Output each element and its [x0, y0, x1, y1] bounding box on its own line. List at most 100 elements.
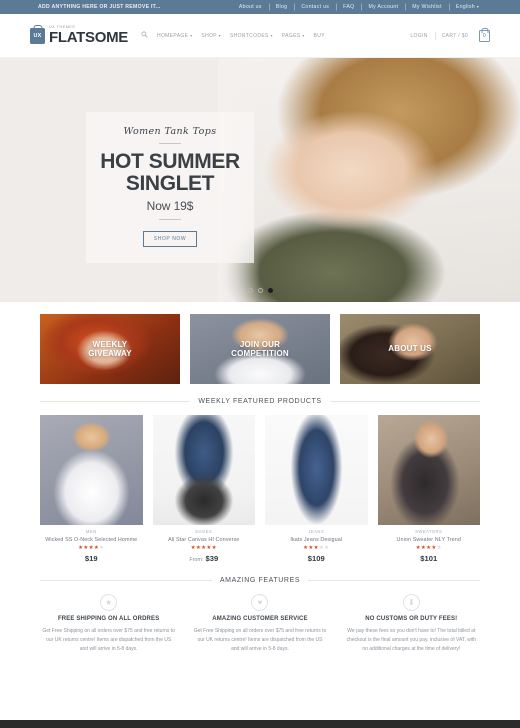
hero-background-image	[218, 58, 520, 302]
cart-total-label[interactable]: CART / $0	[435, 33, 475, 39]
feature-no-customs: ⬇ NO CUSTOMS OR DUTY FEES! We pay these …	[343, 594, 480, 653]
slider-dot-2[interactable]	[257, 288, 263, 293]
topbar-link-my-account[interactable]: My Account	[361, 4, 405, 10]
chevron-down-icon: ▾	[270, 32, 273, 38]
divider-left	[40, 401, 191, 402]
product-rating-stars: ★★★★★	[415, 545, 442, 551]
banner-line-2: GIVEAWAY	[88, 349, 132, 358]
product-name[interactable]: Ikats Jeans Desigual	[265, 537, 368, 543]
product-image[interactable]	[40, 415, 143, 525]
cart-icon[interactable]: 0	[479, 29, 490, 42]
slider-dot-1[interactable]	[247, 288, 253, 293]
footer-strip	[0, 720, 520, 728]
nav-item-homepage[interactable]: HOMEPAGE ▾	[157, 33, 192, 39]
topbar-link-my-wishlist[interactable]: My Wishlist	[405, 4, 449, 10]
product-category: JEANS	[308, 529, 325, 534]
feature-body: Get Free Shipping on all orders over $75…	[193, 628, 327, 652]
product-name[interactable]: Wicked SS O-Neck Selected Homme	[40, 537, 143, 543]
topbar-promo-text: ADD ANYTHING HERE OR JUST REMOVE IT...	[38, 4, 161, 10]
price-value: $19	[84, 554, 98, 563]
logo-mark-text: UX	[33, 33, 42, 39]
product-rating-stars: ★★★★★	[78, 545, 105, 551]
hero-eyebrow: Women Tank Tops	[123, 126, 217, 137]
banner-label: WEEKLY GIVEAWAY	[88, 340, 132, 358]
nav-item-pages[interactable]: PAGES ▾	[282, 33, 305, 39]
topbar-link-blog[interactable]: Blog	[269, 4, 295, 10]
product-card[interactable]: SWEATERS Union Sweater NLY Trend ★★★★★ $…	[377, 415, 481, 563]
logo-wordmark: UX THEMES FLATSOME	[49, 25, 128, 47]
product-image[interactable]	[377, 415, 480, 525]
hero-slider[interactable]: Women Tank Tops HOT SUMMER SINGLET Now 1…	[0, 58, 520, 302]
star-glyph: ★	[105, 597, 113, 607]
header-account-area: LOGIN CART / $0 0	[403, 29, 490, 42]
product-price: $101	[378, 554, 481, 563]
bag-logo-icon: UX	[30, 27, 45, 44]
banner-line-1: JOIN OUR	[239, 339, 281, 349]
product-card[interactable]: MEN Wicked SS O-Neck Selected Homme ★★★★…	[40, 415, 143, 563]
shop-now-button[interactable]: SHOP NOW	[142, 231, 198, 248]
product-category: SWEATERS	[415, 529, 443, 534]
product-rating-stars: ★★★★★	[190, 545, 217, 551]
nav-item-shop[interactable]: SHOP ▾	[201, 33, 221, 39]
download-glyph: ⬇	[407, 597, 415, 607]
nav-item-shortcodes[interactable]: SHORTCODES ▾	[230, 33, 273, 39]
feature-customer-service: ♥ AMAZING CUSTOMER SERVICE Get Free Ship…	[191, 594, 328, 653]
topbar-link-contact-us[interactable]: Contact us	[294, 4, 336, 10]
nav-label: SHORTCODES	[230, 32, 269, 39]
product-image[interactable]	[265, 415, 368, 525]
star-icon: ★	[100, 594, 118, 611]
heart-glyph: ♥	[257, 597, 263, 607]
section-title-text: WEEKLY FEATURED PRODUCTS	[198, 398, 322, 405]
product-name[interactable]: All Star Canvas HI Converse	[153, 537, 256, 543]
login-link[interactable]: LOGIN	[403, 33, 434, 39]
hero-text-panel: Women Tank Tops HOT SUMMER SINGLET Now 1…	[86, 112, 254, 264]
feature-title: AMAZING CUSTOMER SERVICE	[212, 616, 308, 622]
product-price: $109	[265, 554, 368, 563]
product-name[interactable]: Union Sweater NLY Trend	[378, 537, 481, 543]
main-navigation: HOMEPAGE ▾ SHOP ▾ SHORTCODES ▾ PAGES ▾ B…	[141, 31, 325, 40]
price-value: $101	[420, 554, 438, 563]
hero-divider-top	[159, 143, 181, 144]
hero-subheadline: Now 19$	[146, 199, 194, 214]
product-image[interactable]	[152, 415, 255, 525]
feature-title: NO CUSTOMS OR DUTY FEES!	[365, 616, 458, 622]
topbar-language-selector[interactable]: English ▾	[449, 4, 486, 10]
search-icon[interactable]	[141, 31, 148, 40]
site-header: UX UX THEMES FLATSOME HOMEPAGE ▾ SHOP ▾ …	[0, 14, 520, 58]
feature-body: Get Free Shipping on all orders over $75…	[42, 628, 175, 652]
logo-title: FLATSOME	[49, 29, 128, 47]
feature-free-shipping: ★ FREE SHIPPING ON ALL ORDRES Get Free S…	[40, 594, 177, 653]
banner-weekly-giveaway[interactable]: WEEKLY GIVEAWAY	[40, 314, 180, 384]
topbar-links: About us Blog Contact us FAQ My Account …	[232, 4, 512, 10]
product-grid: MEN Wicked SS O-Neck Selected Homme ★★★★…	[0, 405, 520, 563]
topbar-link-about-us[interactable]: About us	[232, 4, 269, 10]
price-value: $39	[205, 554, 219, 563]
chevron-down-icon: ▾	[476, 4, 479, 10]
cart-count-badge: 0	[482, 32, 487, 39]
topbar-link-faq[interactable]: FAQ	[336, 4, 361, 10]
product-card[interactable]: JEANS Ikats Jeans Desigual ★★★★★ $109	[265, 415, 368, 563]
divider-right	[329, 401, 480, 402]
section-title-text: AMAZING FEATURES	[219, 577, 301, 584]
language-label: English	[455, 4, 475, 10]
hero-headline: HOT SUMMER SINGLET	[100, 150, 240, 196]
nav-label: HOMEPAGE	[156, 32, 189, 39]
product-card[interactable]: SHOES All Star Canvas HI Converse ★★★★★ …	[152, 415, 256, 563]
product-rating-stars: ★★★★★	[303, 545, 330, 551]
site-logo[interactable]: UX UX THEMES FLATSOME	[30, 25, 128, 47]
banner-about-us[interactable]: ABOUT US	[340, 314, 480, 384]
feature-body: We pay these fees so you don't have to! …	[346, 628, 477, 652]
slider-dot-3[interactable]	[267, 288, 273, 293]
promo-banner-row: WEEKLY GIVEAWAY JOIN OUR COMPETITION ABOUT…	[0, 302, 520, 384]
banner-line-2: COMPETITION	[231, 349, 289, 358]
weekly-featured-products-heading: WEEKLY FEATURED PRODUCTS	[0, 398, 520, 405]
product-category: MEN	[85, 529, 97, 534]
banner-join-our-competition[interactable]: JOIN OUR COMPETITION	[190, 314, 330, 384]
chevron-down-icon: ▾	[218, 32, 222, 38]
chevron-down-icon: ▾	[190, 32, 193, 38]
nav-label: PAGES	[281, 32, 301, 39]
nav-item-buy[interactable]: BUY	[314, 33, 325, 39]
heart-icon: ♥	[251, 594, 269, 611]
amazing-features-heading: AMAZING FEATURES	[0, 577, 520, 584]
divider-right	[308, 580, 481, 581]
